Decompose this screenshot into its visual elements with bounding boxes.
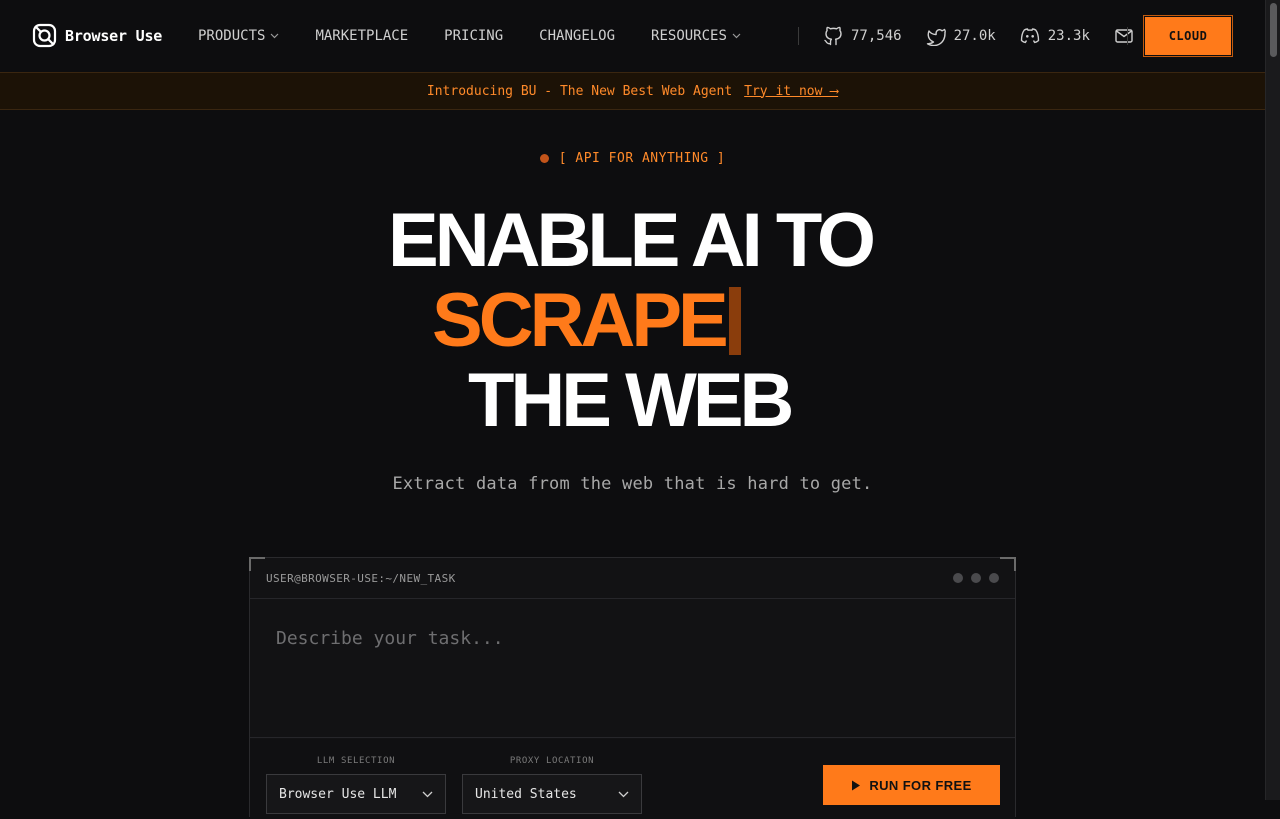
discord-icon bbox=[1020, 28, 1039, 44]
window-dot-icon bbox=[971, 573, 981, 583]
hero-headline-line-1: ENABLE AI TO bbox=[388, 198, 876, 283]
announcement-try-link[interactable]: Try it now ⟶ bbox=[744, 84, 838, 99]
nav-link-pricing-label: PRICING bbox=[444, 28, 504, 44]
llm-select-value: Browser Use LLM bbox=[279, 786, 397, 802]
nav-link-changelog-label: CHANGELOG bbox=[539, 28, 616, 44]
twitter-followers-count: 27.0k bbox=[953, 28, 996, 44]
chevron-down-icon bbox=[422, 791, 433, 797]
play-icon bbox=[852, 780, 861, 790]
task-terminal-card: USER@BROWSER-USE:~/NEW_TASK LLM SELECTIO… bbox=[249, 557, 1016, 819]
nav-link-products[interactable]: PRODUCTS bbox=[198, 28, 279, 44]
proxy-location-value: United States bbox=[475, 786, 577, 802]
top-nav: Browser Use PRODUCTS MARKETPLACE PRICING… bbox=[0, 0, 1265, 72]
typing-caret bbox=[728, 287, 741, 355]
nav-divider bbox=[798, 27, 799, 45]
hero-headline-typed-word: SCRAPE bbox=[432, 278, 729, 363]
hero-headline-line-3: THE WEB bbox=[468, 358, 794, 443]
window-dot-icon bbox=[953, 573, 963, 583]
nav-link-resources-label: RESOURCES bbox=[651, 28, 727, 44]
github-icon bbox=[824, 26, 842, 46]
task-input-area bbox=[250, 599, 1015, 738]
cloud-button[interactable]: CLOUD bbox=[1143, 15, 1233, 57]
hero-subtitle: Extract data from the web that is hard t… bbox=[392, 474, 873, 494]
status-dot-icon bbox=[539, 154, 549, 163]
contact-email-link[interactable] bbox=[1114, 26, 1134, 46]
terminal-path: USER@BROWSER-USE:~/NEW_TASK bbox=[266, 571, 456, 585]
nav-links: PRODUCTS MARKETPLACE PRICING CHANGELOG R… bbox=[198, 0, 777, 72]
brand-name: Browser Use bbox=[65, 26, 163, 45]
github-stars-link[interactable]: 77,546 bbox=[823, 26, 902, 46]
run-for-free-label: RUN FOR FREE bbox=[869, 777, 972, 793]
page-scrollbar[interactable] bbox=[1265, 0, 1280, 800]
task-description-input[interactable] bbox=[274, 623, 974, 653]
chevron-down-icon bbox=[271, 33, 279, 39]
brand-logo-link[interactable]: Browser Use bbox=[32, 23, 162, 48]
announcement-text: Introducing BU - The New Best Web Agent bbox=[426, 83, 733, 99]
mail-icon bbox=[1115, 29, 1133, 43]
task-controls: LLM SELECTION Browser Use LLM PROXY LOCA… bbox=[250, 739, 1015, 819]
discord-members-count: 23.3k bbox=[1047, 28, 1090, 44]
scrollbar-thumb[interactable] bbox=[1270, 3, 1277, 57]
llm-select[interactable]: Browser Use LLM bbox=[266, 774, 446, 814]
window-controls bbox=[953, 573, 999, 583]
nav-link-marketplace[interactable]: MARKETPLACE bbox=[315, 28, 408, 44]
nav-link-pricing[interactable]: PRICING bbox=[444, 28, 503, 44]
chevron-down-icon bbox=[732, 33, 741, 39]
nav-social-stats: 77,546 27.0k 23.3k bbox=[798, 0, 1134, 72]
github-stars-count: 77,546 bbox=[851, 28, 902, 44]
proxy-location-label: PROXY LOCATION bbox=[509, 756, 595, 766]
announcement-bar: Introducing BU - The New Best Web Agent … bbox=[0, 72, 1265, 110]
nav-link-changelog[interactable]: CHANGELOG bbox=[539, 28, 615, 44]
discord-members-link[interactable]: 23.3k bbox=[1020, 26, 1090, 46]
nav-link-products-label: PRODUCTS bbox=[198, 28, 266, 44]
nav-divider bbox=[1127, 27, 1128, 45]
browser-use-logo-icon bbox=[32, 23, 57, 48]
window-dot-icon bbox=[989, 573, 999, 583]
hero-headline-line-2: SCRAPE bbox=[432, 283, 741, 359]
twitter-icon bbox=[926, 28, 946, 46]
terminal-header: USER@BROWSER-USE:~/NEW_TASK bbox=[250, 558, 1015, 599]
llm-selection-label: LLM SELECTION bbox=[316, 756, 396, 766]
chevron-down-icon bbox=[618, 791, 629, 797]
hero-eyebrow-text: [ API FOR ANYTHING ] bbox=[558, 151, 726, 166]
proxy-location-select[interactable]: United States bbox=[462, 774, 642, 814]
nav-link-marketplace-label: MARKETPLACE bbox=[315, 28, 409, 44]
twitter-followers-link[interactable]: 27.0k bbox=[926, 26, 996, 46]
hero-eyebrow: [ API FOR ANYTHING ] bbox=[0, 151, 1265, 166]
run-for-free-button[interactable]: RUN FOR FREE bbox=[823, 765, 1000, 805]
nav-link-resources[interactable]: RESOURCES bbox=[651, 28, 741, 44]
